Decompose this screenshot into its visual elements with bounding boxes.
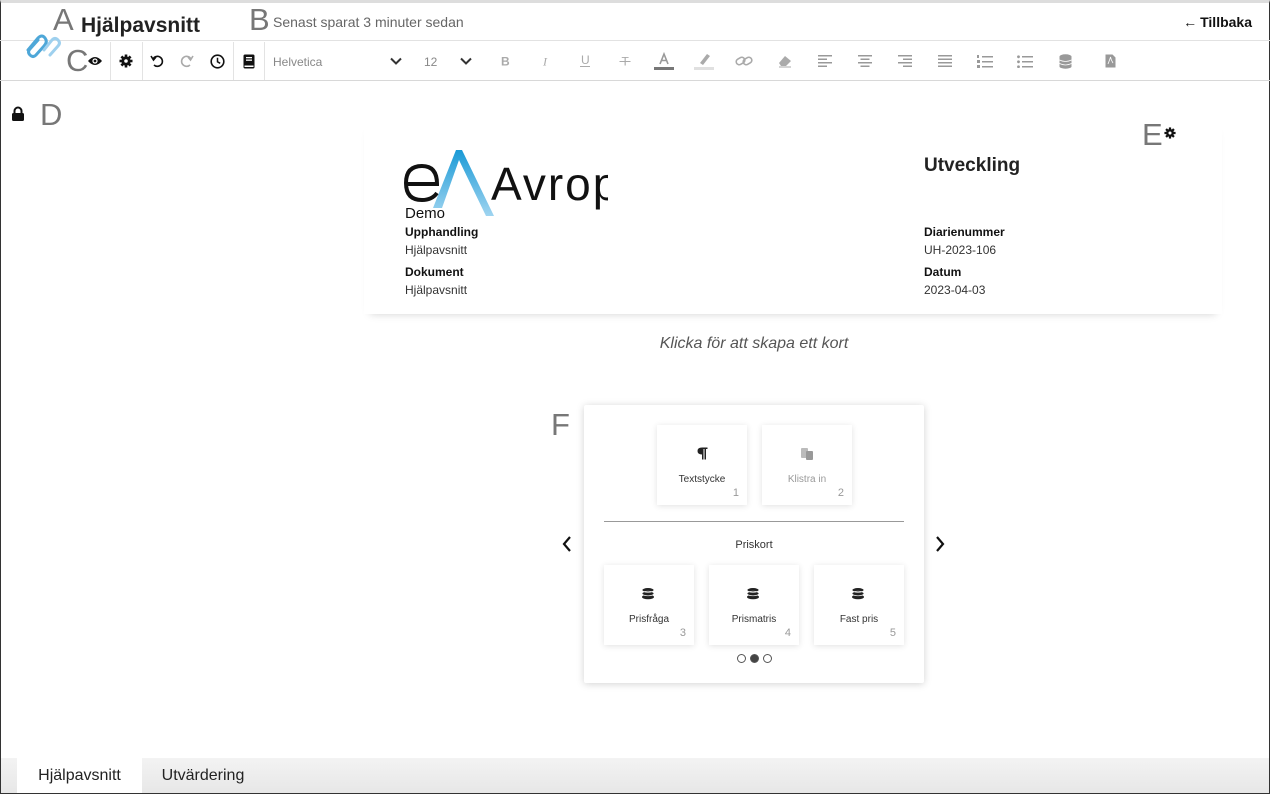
align-justify-icon[interactable] <box>935 51 955 71</box>
eye-icon[interactable] <box>85 51 105 71</box>
coins-icon <box>709 587 799 601</box>
font-family-select[interactable]: Helvetica <box>273 55 403 69</box>
save-status: Senast sparat 3 minuter sedan <box>273 14 464 30</box>
redo-icon[interactable] <box>177 51 197 71</box>
align-left-icon[interactable] <box>815 51 835 71</box>
annotation-d: D <box>40 97 63 132</box>
coins-icon <box>604 587 694 601</box>
chevron-right-icon[interactable] <box>934 535 946 553</box>
toolbar-separator <box>264 42 265 80</box>
back-label: Tillbaka <box>1200 14 1252 30</box>
unordered-list-icon[interactable] <box>1015 51 1035 71</box>
card-option-fast-pris[interactable]: Fast pris 5 <box>814 565 904 645</box>
brand-subtitle: Demo <box>405 205 446 222</box>
undo-icon[interactable] <box>147 51 167 71</box>
field-value: Hjälpavsnitt <box>405 243 468 257</box>
card-option-prismatris[interactable]: Prismatris 4 <box>709 565 799 645</box>
toolbar-separator <box>142 42 143 80</box>
bold-icon[interactable]: B <box>495 51 515 71</box>
lock-icon[interactable] <box>11 106 25 122</box>
highlight-icon[interactable] <box>694 51 714 71</box>
pdf-file-icon[interactable] <box>1100 51 1120 71</box>
align-center-icon[interactable] <box>855 51 875 71</box>
arrow-left-icon: ← <box>1183 14 1198 30</box>
field-label: Dokument <box>405 265 464 279</box>
pagination-dot[interactable] <box>762 654 772 663</box>
card-option-number: 4 <box>784 627 791 639</box>
eraser-icon[interactable] <box>775 51 795 71</box>
field-value: UH-2023-106 <box>924 243 997 257</box>
card-option-number: 2 <box>837 487 844 499</box>
field-value: 2023-04-03 <box>924 283 986 297</box>
card-option-label: Textstycke <box>678 474 726 485</box>
paste-icon <box>762 447 852 461</box>
top-header: Hjälpavsnitt Senast sparat 3 minuter sed… <box>0 3 1270 41</box>
chevron-left-icon[interactable] <box>561 535 573 553</box>
pilcrow-icon <box>657 447 747 460</box>
picker-divider <box>604 521 904 522</box>
picker-group-title: Priskort <box>735 539 773 551</box>
annotation-a: A <box>53 2 74 37</box>
text-color-icon[interactable] <box>654 51 674 71</box>
field-value: Hjälpavsnitt <box>405 283 468 297</box>
card-option-label: Prisfråga <box>628 614 669 625</box>
card-option-label: Klistra in <box>787 474 827 485</box>
card-option-number: 5 <box>889 627 896 639</box>
field-label: Upphandling <box>405 225 479 239</box>
underline-icon[interactable]: U <box>575 51 595 71</box>
document-kind: Utveckling <box>924 155 1021 176</box>
ordered-list-icon[interactable] <box>975 51 995 71</box>
italic-icon[interactable]: I <box>535 51 555 71</box>
clock-icon[interactable] <box>207 51 227 71</box>
chevron-down-icon[interactable] <box>459 54 473 68</box>
pagination-dots <box>584 654 924 663</box>
pagination-dot[interactable] <box>749 654 759 663</box>
card-option-prisfraga[interactable]: Prisfråga 3 <box>604 565 694 645</box>
card-option-number: 1 <box>732 487 739 499</box>
field-label: Datum <box>924 265 962 279</box>
toolbar-separator <box>233 42 234 80</box>
svg-text:I: I <box>542 55 548 67</box>
tab-utvardering[interactable]: Utvärdering <box>142 758 264 793</box>
link-icon[interactable] <box>734 51 754 71</box>
card-option-number: 3 <box>679 627 686 639</box>
create-card-hint: Klicka för att skapa ett kort <box>659 335 849 352</box>
pagination-dot[interactable] <box>736 654 746 663</box>
card-option-textstycke[interactable]: Textstycke 1 <box>657 425 747 505</box>
align-right-icon[interactable] <box>895 51 915 71</box>
svg-text:B: B <box>501 55 510 67</box>
gear-icon[interactable] <box>116 51 136 71</box>
field-label: Diarienummer <box>924 225 1005 239</box>
book-icon[interactable] <box>239 51 259 71</box>
card-option-label: Prismatris <box>731 614 777 625</box>
coins-icon <box>814 587 904 601</box>
card-picker: Textstycke 1 Klistra in 2 Priskort Prisf… <box>584 405 924 683</box>
back-button[interactable]: ← Tillbaka <box>1183 14 1252 30</box>
app-title: Hjälpavsnitt <box>81 14 201 37</box>
svg-text:U: U <box>581 54 590 67</box>
editor-toolbar: Helvetica 12 B I U T <box>0 42 1270 81</box>
annotation-f: F <box>551 407 570 442</box>
gear-icon[interactable] <box>1164 127 1176 139</box>
bottom-tab-bar: Hjälpavsnitt Utvärdering <box>1 758 1269 793</box>
card-option-klistra-in[interactable]: Klistra in 2 <box>762 425 852 505</box>
toolbar-separator <box>110 42 111 80</box>
eavrop-logo-wordmark: Avrop <box>491 158 608 210</box>
tab-hjalpavsnitt[interactable]: Hjälpavsnitt <box>17 758 142 793</box>
database-icon[interactable] <box>1055 51 1075 71</box>
strikethrough-icon[interactable]: T <box>615 51 635 71</box>
annotation-b: B <box>249 2 270 37</box>
chevron-down-icon[interactable] <box>389 54 403 68</box>
card-option-label: Fast pris <box>839 614 879 625</box>
